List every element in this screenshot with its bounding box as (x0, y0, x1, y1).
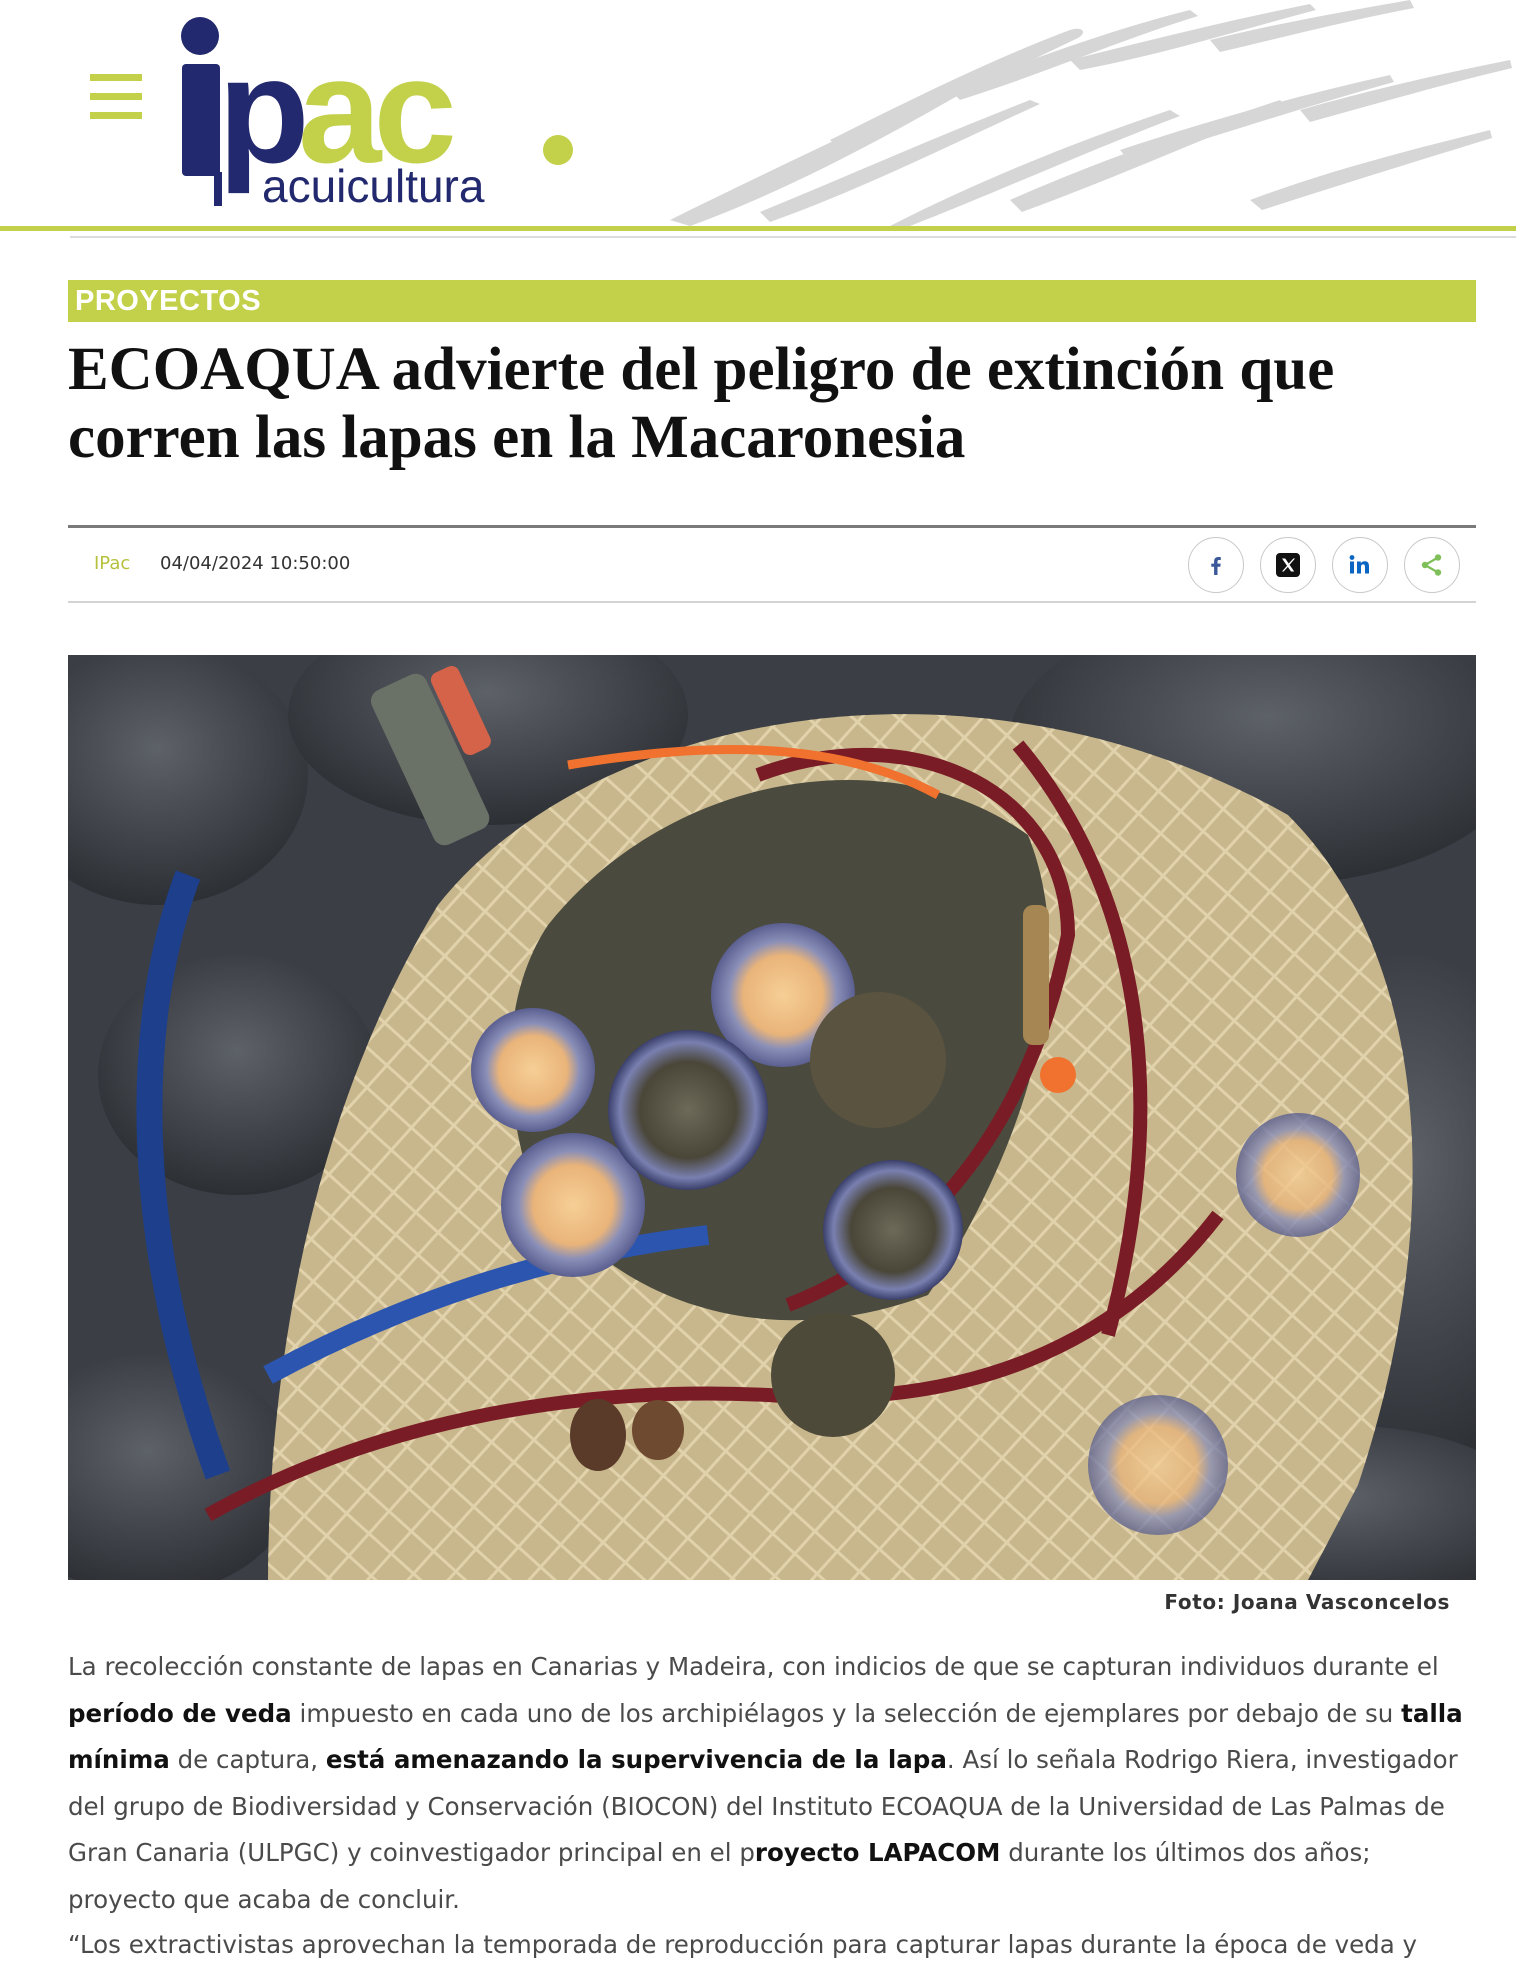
photo-caption: Foto: Joana Vasconcelos (1164, 1590, 1450, 1614)
meta-top-rule (68, 525, 1476, 528)
article-date: 04/04/2024 10:50:00 (160, 553, 351, 574)
paragraph-text: de captura, (169, 1745, 326, 1774)
emphasis-text: está amenazando la supervivencia de la l… (325, 1745, 947, 1774)
share-x-button[interactable] (1260, 537, 1316, 593)
logo-subtitle: acuicultura (262, 160, 485, 208)
linkedin-icon (1349, 555, 1369, 574)
article-title: ECOAQUA advierte del peligro de extinció… (68, 336, 1335, 471)
share-generic-button[interactable] (1404, 537, 1460, 593)
header-accent-line (0, 226, 1516, 231)
paragraph-text: impuesto en cada uno de los archipiélago… (291, 1698, 1402, 1728)
share-linkedin-button[interactable] (1332, 537, 1388, 593)
category-label[interactable]: PROYECTOS (68, 280, 1476, 322)
share-facebook-button[interactable] (1188, 537, 1244, 593)
paragraph-text: La recolección constante de lapas en Can… (68, 1652, 1439, 1681)
site-logo[interactable]: p ac acuicultura (176, 12, 586, 212)
ipac-logo-graphic: p ac acuicultura (181, 17, 573, 212)
fish-illustration (670, 0, 1512, 226)
emphasis-text: royecto LAPACOM (754, 1838, 1001, 1867)
facebook-icon (1211, 557, 1221, 575)
article-author[interactable]: IPac (94, 553, 130, 574)
site-header: p ac acuicultura (0, 0, 1516, 232)
limpets-in-net-image (68, 655, 1476, 1580)
emphasis-text: período de veda (68, 1698, 292, 1728)
meta-bottom-rule (68, 601, 1476, 603)
article-photo[interactable] (68, 655, 1476, 1580)
category-text: PROYECTOS (75, 285, 262, 317)
header-divider (70, 236, 1516, 238)
article-paragraph: La recolección constante de lapas en Can… (68, 1644, 1480, 1923)
hamburger-menu-icon[interactable] (90, 74, 142, 120)
share-icon (1421, 554, 1442, 576)
x-icon (1276, 553, 1300, 577)
article-paragraph-next: “Los extractivistas aprovechan la tempor… (68, 1930, 1417, 1959)
